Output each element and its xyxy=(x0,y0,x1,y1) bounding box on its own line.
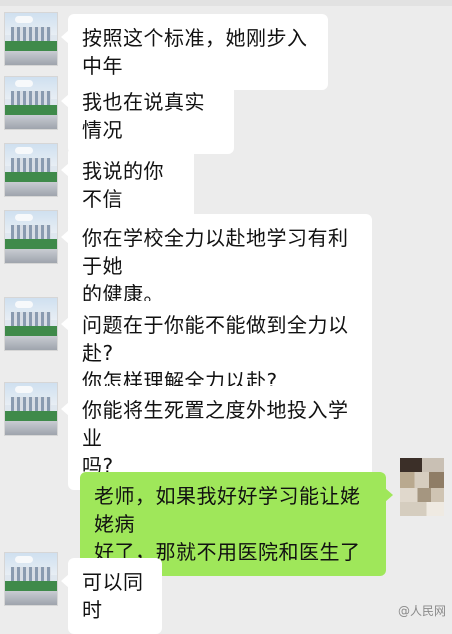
contact-avatar[interactable] xyxy=(4,297,58,351)
contact-avatar[interactable] xyxy=(4,210,58,264)
my-avatar[interactable] xyxy=(400,458,444,516)
top-edge xyxy=(0,0,452,6)
contact-avatar[interactable] xyxy=(4,12,58,66)
contact-avatar[interactable] xyxy=(4,76,58,130)
contact-avatar[interactable] xyxy=(4,143,58,197)
contact-avatar[interactable] xyxy=(4,382,58,436)
contact-avatar[interactable] xyxy=(4,552,58,606)
watermark: @人民网 xyxy=(397,604,446,618)
message-bubble[interactable]: 我也在说真实情况 xyxy=(61,78,234,154)
message-bubble[interactable]: 我说的你不信 xyxy=(61,147,194,223)
